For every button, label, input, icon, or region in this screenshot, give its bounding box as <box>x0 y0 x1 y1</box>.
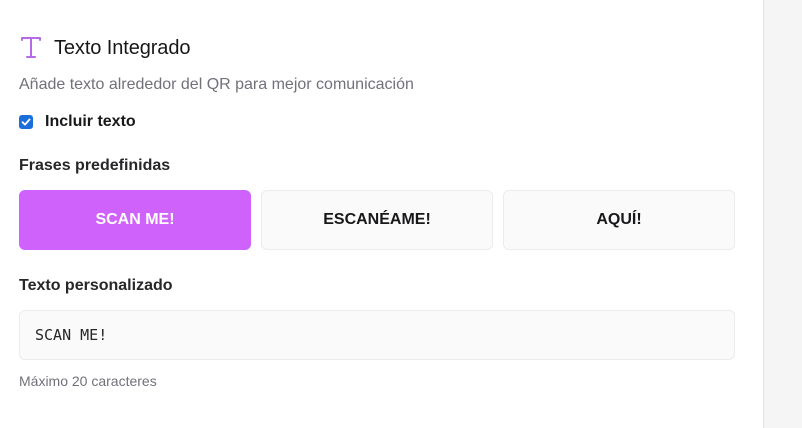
custom-text-value: SCAN ME! <box>35 326 108 344</box>
include-text-checkbox[interactable] <box>19 115 33 129</box>
include-text-toggle[interactable]: Incluir texto <box>19 112 136 132</box>
include-text-label: Incluir texto <box>45 113 136 130</box>
custom-text-hint: Máximo 20 caracteres <box>19 373 157 389</box>
preset-scan-me-button[interactable]: SCAN ME! <box>19 190 251 250</box>
text-icon <box>19 36 43 60</box>
section-subtitle: Añade texto alrededor del QR para mejor … <box>19 76 414 93</box>
preset-escaneame-button[interactable]: ESCANÉAME! <box>261 190 493 250</box>
presets-label: Frases predefinidas <box>19 157 171 174</box>
checkmark-icon <box>21 118 31 126</box>
custom-text-label: Texto personalizado <box>19 277 173 294</box>
section-title: Texto Integrado <box>54 36 191 59</box>
custom-text-input[interactable]: SCAN ME! <box>19 310 735 360</box>
preset-aqui-button[interactable]: AQUÍ! <box>503 190 735 250</box>
preset-phrases-group: SCAN ME! ESCANÉAME! AQUÍ! <box>19 190 735 250</box>
section-header: Texto Integrado <box>19 35 190 61</box>
